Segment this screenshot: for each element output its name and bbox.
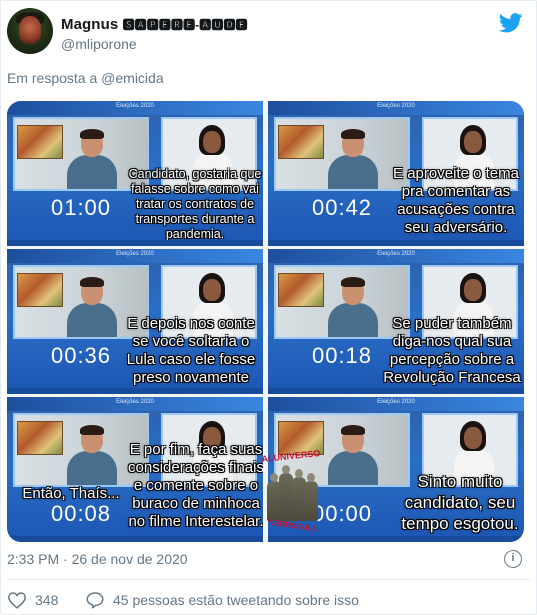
media-tile: Eleições 2020 00:42 E aproveite o tema p… [268, 101, 524, 246]
tile-label: Eleições 2020 [116, 103, 154, 109]
tile-label: Eleições 2020 [116, 251, 154, 257]
media-tile: Eleições 2020 00:18 Se puder também diga… [268, 249, 524, 394]
tile-label: Eleições 2020 [377, 251, 415, 257]
info-icon[interactable]: i [504, 550, 522, 568]
author-name[interactable]: Magnus 🆂🅰🅿🅴🆁🅴-🅰🆄🅳🅴 [61, 16, 248, 33]
media-tile: Eleições 2020 00:36 E depois nos conte s… [7, 249, 263, 394]
media-tile: Eleições 2020 Então, Thaís... 00:08 E po… [7, 397, 263, 542]
tile-caption: Candidato, gostaria que falasse sobre co… [128, 167, 262, 241]
conversation-text: 45 pessoas estão tweetando sobre isso [113, 592, 359, 608]
tweet-card: Magnus 🆂🅰🅿🅴🆁🅴-🅰🆄🅳🅴 @mliporone Em respost… [0, 0, 537, 615]
author-display-name: Magnus [61, 16, 119, 33]
like-count: 348 [35, 592, 59, 608]
divider [7, 579, 530, 580]
watermark-logo: ALUNIVERSO NERDSKULL [253, 448, 331, 541]
conversation-link[interactable]: 45 pessoas estão tweetando sobre isso [85, 591, 359, 609]
tile-label: Eleições 2020 [377, 103, 415, 109]
tile-caption: E por fim, faça suas considerações finai… [128, 441, 263, 530]
media-tile: Eleições 2020 01:00 Candidato, gostaria … [7, 101, 263, 246]
tile-caption: Se puder também diga-nos qual sua percep… [383, 315, 521, 386]
avatar[interactable] [7, 8, 53, 54]
like-button[interactable]: 348 [7, 591, 58, 609]
tile-caption: E depois nos conte se você soltaria o Lu… [126, 315, 256, 386]
tile-label: Eleições 2020 [377, 399, 415, 405]
heart-icon [8, 592, 26, 609]
reply-to-link[interactable]: @emicida [101, 70, 163, 86]
author-tag: 🆂🅰🅿🅴🆁🅴-🅰🆄🅳🅴 [122, 18, 248, 32]
author-handle[interactable]: @mliporone [61, 36, 137, 52]
tweet-media[interactable]: Eleições 2020 01:00 Candidato, gostaria … [7, 101, 524, 542]
tile-timer: 00:42 [311, 195, 373, 220]
tweet-timestamp[interactable]: 2:33 PM · 26 de nov de 2020 [7, 551, 188, 567]
tile-caption: Sinto muito candidato, seu tempo esgotou… [401, 472, 519, 533]
comment-bubble-icon [86, 592, 104, 609]
tile-caption: E aproveite o tema pra comentar as acusa… [393, 165, 519, 236]
tile-label: Eleições 2020 [116, 399, 154, 405]
twitter-bird-icon[interactable] [499, 13, 523, 33]
reply-prefix: Em resposta a [7, 70, 98, 86]
reply-context: Em resposta a @emicida [7, 70, 164, 86]
